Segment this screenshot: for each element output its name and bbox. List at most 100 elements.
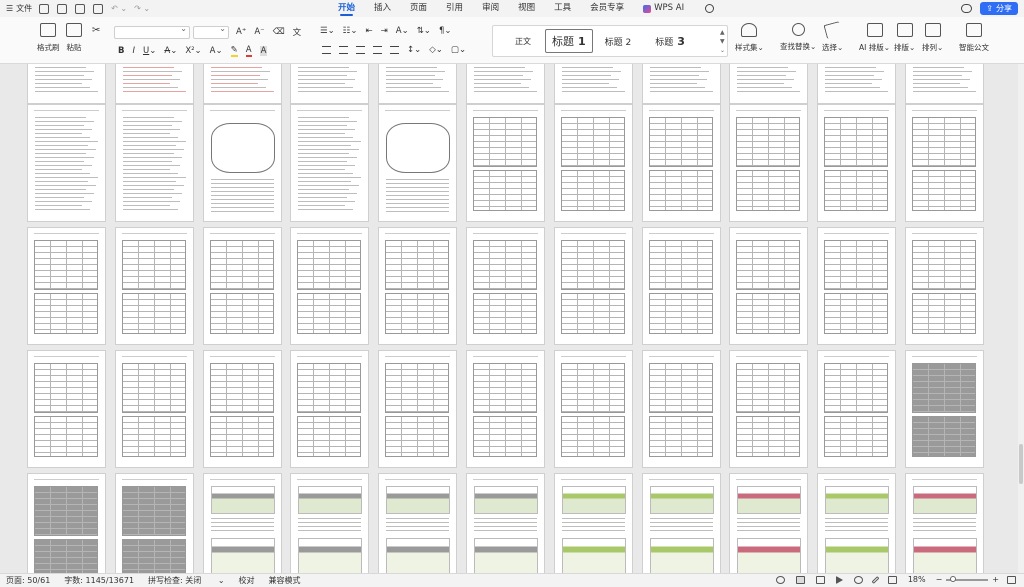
wps-ai-button[interactable]: WPS AI — [643, 0, 684, 17]
redo-icon[interactable]: ↷ ⌄ — [134, 4, 150, 13]
document-page[interactable] — [817, 350, 897, 468]
font-color-icon[interactable]: A — [245, 45, 252, 57]
style-heading-1[interactable]: 标题 1 — [545, 29, 593, 53]
document-page[interactable] — [905, 227, 984, 345]
outline-view-icon[interactable] — [815, 575, 825, 584]
spell-check-toggle[interactable]: 拼写检查: 关闭 ⌄ — [148, 575, 225, 586]
web-view-icon[interactable] — [853, 575, 863, 584]
share-button[interactable]: ⇪ 分享 — [980, 2, 1018, 15]
superscript-icon[interactable]: X²⌄ — [185, 46, 201, 56]
ai-layout-button[interactable]: AI 排版⌄ — [859, 23, 890, 53]
search-icon[interactable] — [705, 4, 715, 13]
document-page[interactable] — [553, 473, 633, 573]
style-heading-3[interactable]: 标题 3 — [643, 35, 697, 48]
play-icon[interactable] — [835, 575, 843, 584]
clear-format-icon[interactable]: ⌫ — [273, 27, 285, 37]
document-page[interactable] — [553, 104, 633, 222]
document-page[interactable] — [905, 64, 984, 104]
document-page[interactable] — [466, 227, 545, 345]
bold-icon[interactable]: B — [118, 46, 124, 56]
font-family-select[interactable] — [114, 24, 190, 39]
align-center-icon[interactable] — [339, 46, 348, 54]
style-gallery-scroll-icon[interactable]: ▲ ▼ ⌄ — [720, 28, 725, 55]
document-page[interactable] — [817, 64, 897, 104]
document-page[interactable] — [290, 64, 370, 104]
proofread-button[interactable]: 校对 — [239, 575, 255, 586]
document-page[interactable] — [114, 350, 194, 468]
document-page[interactable] — [27, 227, 106, 345]
page-indicator[interactable]: 页面: 50/61 — [6, 575, 50, 586]
document-page[interactable] — [817, 473, 897, 573]
document-page[interactable] — [553, 64, 633, 104]
document-page[interactable] — [27, 350, 106, 468]
border-icon[interactable]: ▢⌄ — [451, 45, 466, 55]
strikethrough-icon[interactable]: A⌄ — [164, 46, 177, 56]
tab-insert[interactable]: 插入 — [374, 0, 391, 17]
show-marks-icon[interactable]: ¶⌄ — [439, 26, 452, 36]
style-heading-2[interactable]: 标题 2 — [593, 35, 644, 48]
tab-tools[interactable]: 工具 — [554, 0, 571, 17]
document-page[interactable] — [729, 64, 809, 104]
new-document-icon[interactable] — [39, 3, 50, 14]
font-size-select[interactable] — [193, 24, 229, 39]
paste-button[interactable]: 粘贴 — [66, 23, 82, 53]
save-icon[interactable] — [57, 3, 68, 14]
tab-home[interactable]: 开始 — [338, 0, 355, 17]
cut-button[interactable]: ✂ — [92, 25, 100, 36]
zoom-out-icon[interactable]: − — [936, 575, 943, 584]
zoom-slider-knob[interactable] — [950, 575, 957, 582]
text-direction-icon[interactable]: A⌄ — [396, 26, 409, 36]
document-page[interactable] — [114, 104, 194, 222]
document-page[interactable] — [729, 104, 809, 222]
document-page[interactable] — [641, 473, 721, 573]
find-replace-button[interactable]: 查找替换⌄ — [780, 23, 816, 52]
document-page[interactable] — [817, 104, 897, 222]
shrink-font-icon[interactable]: A⁻ — [254, 27, 264, 37]
eye-icon[interactable] — [775, 575, 785, 584]
document-page[interactable] — [905, 350, 984, 468]
layout-button[interactable]: 排版⌄ — [894, 23, 915, 53]
document-page[interactable] — [114, 64, 194, 104]
document-page[interactable] — [641, 350, 721, 468]
document-page[interactable] — [378, 104, 458, 222]
document-page[interactable] — [378, 473, 458, 573]
vertical-scrollbar[interactable] — [1018, 64, 1024, 573]
document-page[interactable] — [641, 104, 721, 222]
document-page[interactable] — [817, 227, 897, 345]
document-page[interactable] — [27, 64, 106, 104]
document-page[interactable] — [290, 104, 370, 222]
fit-page-icon[interactable] — [887, 575, 897, 584]
document-page[interactable] — [466, 64, 545, 104]
document-page[interactable] — [641, 227, 721, 345]
document-page[interactable] — [114, 473, 194, 573]
document-page[interactable] — [202, 473, 282, 573]
format-painter-button[interactable]: 格式刷 — [37, 23, 60, 53]
justify-icon[interactable] — [373, 46, 382, 54]
document-page[interactable] — [466, 350, 545, 468]
page-view-icon[interactable] — [795, 575, 805, 584]
phonetic-icon[interactable]: 文 — [293, 26, 302, 38]
shading-icon[interactable]: ◇⌄ — [429, 45, 443, 55]
document-page[interactable] — [378, 64, 458, 104]
file-menu[interactable]: ☰ 文件 — [6, 3, 32, 14]
indent-icon[interactable]: ⇥ — [381, 26, 388, 36]
document-page[interactable] — [202, 64, 282, 104]
line-spacing-icon[interactable]: ↕⌄ — [407, 45, 421, 55]
document-page[interactable] — [290, 350, 370, 468]
document-page[interactable] — [905, 473, 984, 573]
arrange-button[interactable]: 排列⌄ — [922, 23, 943, 53]
document-page[interactable] — [202, 104, 282, 222]
document-page[interactable] — [202, 350, 282, 468]
align-left-icon[interactable] — [322, 46, 331, 54]
numbered-list-icon[interactable]: ☷⌄ — [343, 26, 358, 36]
print-preview-icon[interactable] — [93, 3, 104, 14]
bullet-list-icon[interactable]: ☰⌄ — [320, 26, 335, 36]
italic-icon[interactable]: I — [132, 46, 135, 56]
smart-doc-button[interactable]: 智能公文 — [959, 23, 989, 53]
tab-review[interactable]: 审阅 — [482, 0, 499, 17]
zoom-in-icon[interactable]: + — [992, 575, 999, 584]
document-page[interactable] — [290, 473, 370, 573]
document-page[interactable] — [290, 227, 370, 345]
pen-icon[interactable] — [871, 575, 880, 584]
document-page[interactable] — [641, 64, 721, 104]
